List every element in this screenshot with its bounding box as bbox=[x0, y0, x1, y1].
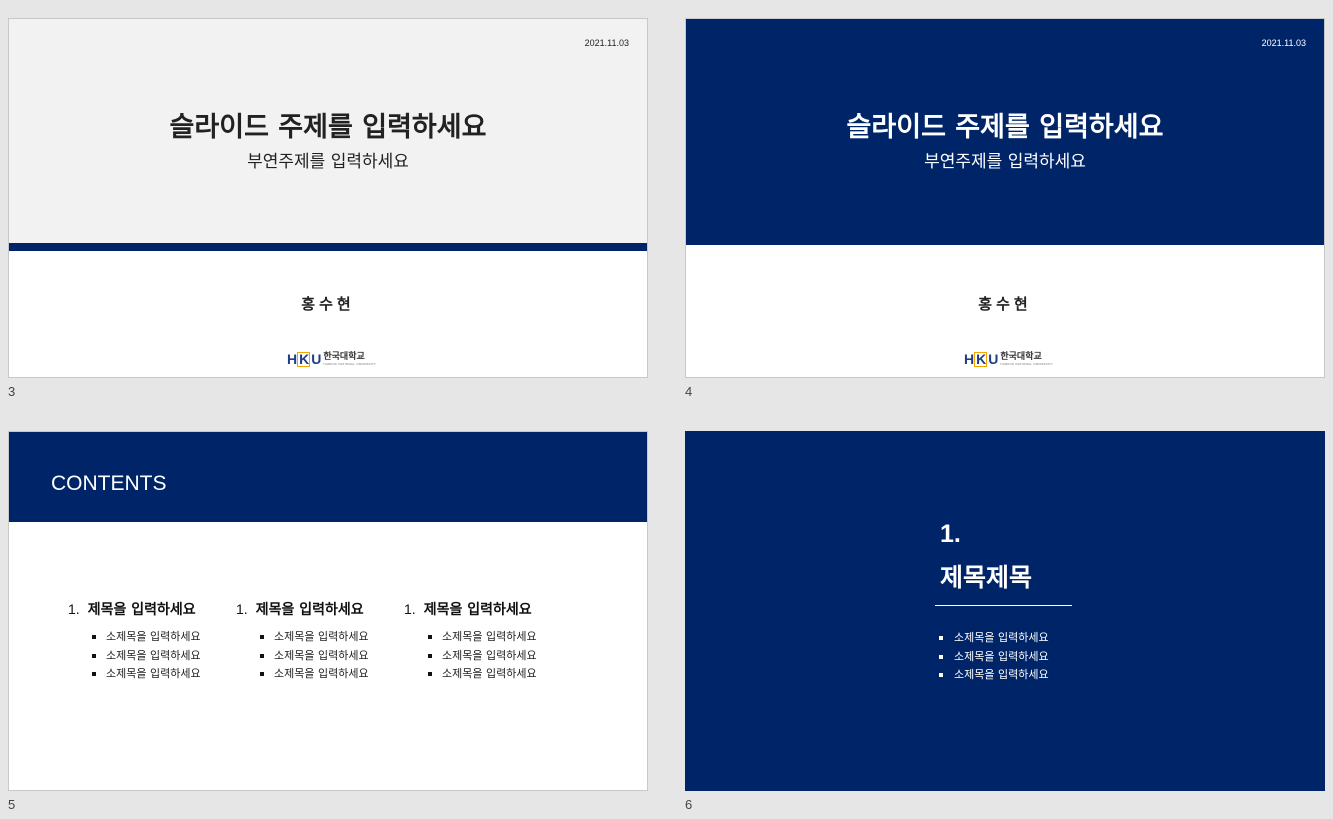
list-item: 소제목을 입력하세요 bbox=[260, 628, 369, 647]
section-item-list: 소제목을 입력하세요 소제목을 입력하세요 소제목을 입력하세요 bbox=[939, 629, 1049, 685]
list-item: 소제목을 입력하세요 bbox=[939, 666, 1049, 685]
section-divider bbox=[935, 605, 1072, 606]
contents-column-1: 1. 제목을 입력하세요 소제목을 입력하세요 소제목을 입력하세요 소제목을 입… bbox=[68, 599, 201, 684]
list-item: 소제목을 입력하세요 bbox=[428, 628, 537, 647]
slide-thumbnail-6[interactable]: 1. 제목제목 소제목을 입력하세요 소제목을 입력하세요 소제목을 입력하세요 bbox=[685, 431, 1325, 791]
contents-column-title-text: 제목을 입력하세요 bbox=[423, 602, 532, 618]
contents-heading: CONTENTS bbox=[51, 472, 167, 495]
list-item: 소제목을 입력하세요 bbox=[92, 665, 201, 684]
slide-number: 6 bbox=[685, 797, 693, 812]
list-item: 소제목을 입력하세요 bbox=[92, 628, 201, 647]
slide-thumbnail-5[interactable]: CONTENTS 1. 제목을 입력하세요 소제목을 입력하세요 소제목을 입력하… bbox=[8, 431, 648, 791]
contents-column-2: 1. 제목을 입력하세요 소제목을 입력하세요 소제목을 입력하세요 소제목을 입… bbox=[236, 599, 369, 684]
slide-accent-band bbox=[9, 243, 647, 251]
logo-name-korean: 한국대학교 bbox=[323, 351, 365, 362]
contents-column-3: 1. 제목을 입력하세요 소제목을 입력하세요 소제목을 입력하세요 소제목을 입… bbox=[404, 599, 537, 684]
slide-subtitle: 부연주제를 입력하세요 bbox=[924, 152, 1086, 172]
contents-column-number: 1. bbox=[404, 601, 416, 617]
contents-column-title-text: 제목을 입력하세요 bbox=[255, 602, 364, 618]
logo-name-english: HANKUK NATIONAL UNIVERSITY bbox=[1000, 361, 1054, 366]
contents-column-title: 1. 제목을 입력하세요 bbox=[68, 599, 201, 619]
hku-logo-icon: HKU bbox=[964, 350, 998, 367]
hku-logo-icon: HKU bbox=[287, 350, 321, 367]
university-logo: HKU 한국대학교 HANKUK NATIONAL UNIVERSITY bbox=[287, 351, 376, 367]
list-item: 소제목을 입력하세요 bbox=[428, 665, 537, 684]
slide-number: 4 bbox=[685, 384, 693, 399]
list-item: 소제목을 입력하세요 bbox=[939, 648, 1049, 667]
contents-column-title: 1. 제목을 입력하세요 bbox=[404, 599, 537, 619]
slide-date: 2021.11.03 bbox=[1261, 38, 1306, 48]
contents-column-title: 1. 제목을 입력하세요 bbox=[236, 599, 369, 619]
slide-number: 3 bbox=[8, 384, 16, 399]
contents-column-number: 1. bbox=[68, 601, 80, 617]
slide-date: 2021.11.03 bbox=[584, 38, 629, 48]
slide-title: 슬라이드 주제를 입력하세요 bbox=[846, 112, 1164, 143]
list-item: 소제목을 입력하세요 bbox=[260, 647, 369, 666]
contents-column-number: 1. bbox=[236, 601, 248, 617]
slide-thumbnail-3[interactable]: 2021.11.03 슬라이드 주제를 입력하세요 부연주제를 입력하세요 홍수… bbox=[8, 18, 648, 378]
section-number: 1. bbox=[940, 520, 961, 548]
logo-name-english: HANKUK NATIONAL UNIVERSITY bbox=[323, 361, 377, 366]
contents-column-title-text: 제목을 입력하세요 bbox=[87, 602, 196, 618]
list-item: 소제목을 입력하세요 bbox=[92, 647, 201, 666]
list-item: 소제목을 입력하세요 bbox=[939, 629, 1049, 648]
slide-thumbnail-4[interactable]: 2021.11.03 슬라이드 주제를 입력하세요 부연주제를 입력하세요 홍수… bbox=[685, 18, 1325, 378]
section-title: 제목제목 bbox=[940, 563, 1033, 592]
list-item: 소제목을 입력하세요 bbox=[260, 665, 369, 684]
slide-number: 5 bbox=[8, 797, 16, 812]
slide-author: 홍수현 bbox=[978, 295, 1032, 313]
slide-title: 슬라이드 주제를 입력하세요 bbox=[169, 112, 487, 143]
university-logo: HKU 한국대학교 HANKUK NATIONAL UNIVERSITY bbox=[964, 351, 1053, 367]
list-item: 소제목을 입력하세요 bbox=[428, 647, 537, 666]
logo-name-korean: 한국대학교 bbox=[1000, 351, 1042, 362]
slide-author: 홍수현 bbox=[301, 295, 355, 313]
slide-subtitle: 부연주제를 입력하세요 bbox=[247, 152, 409, 172]
